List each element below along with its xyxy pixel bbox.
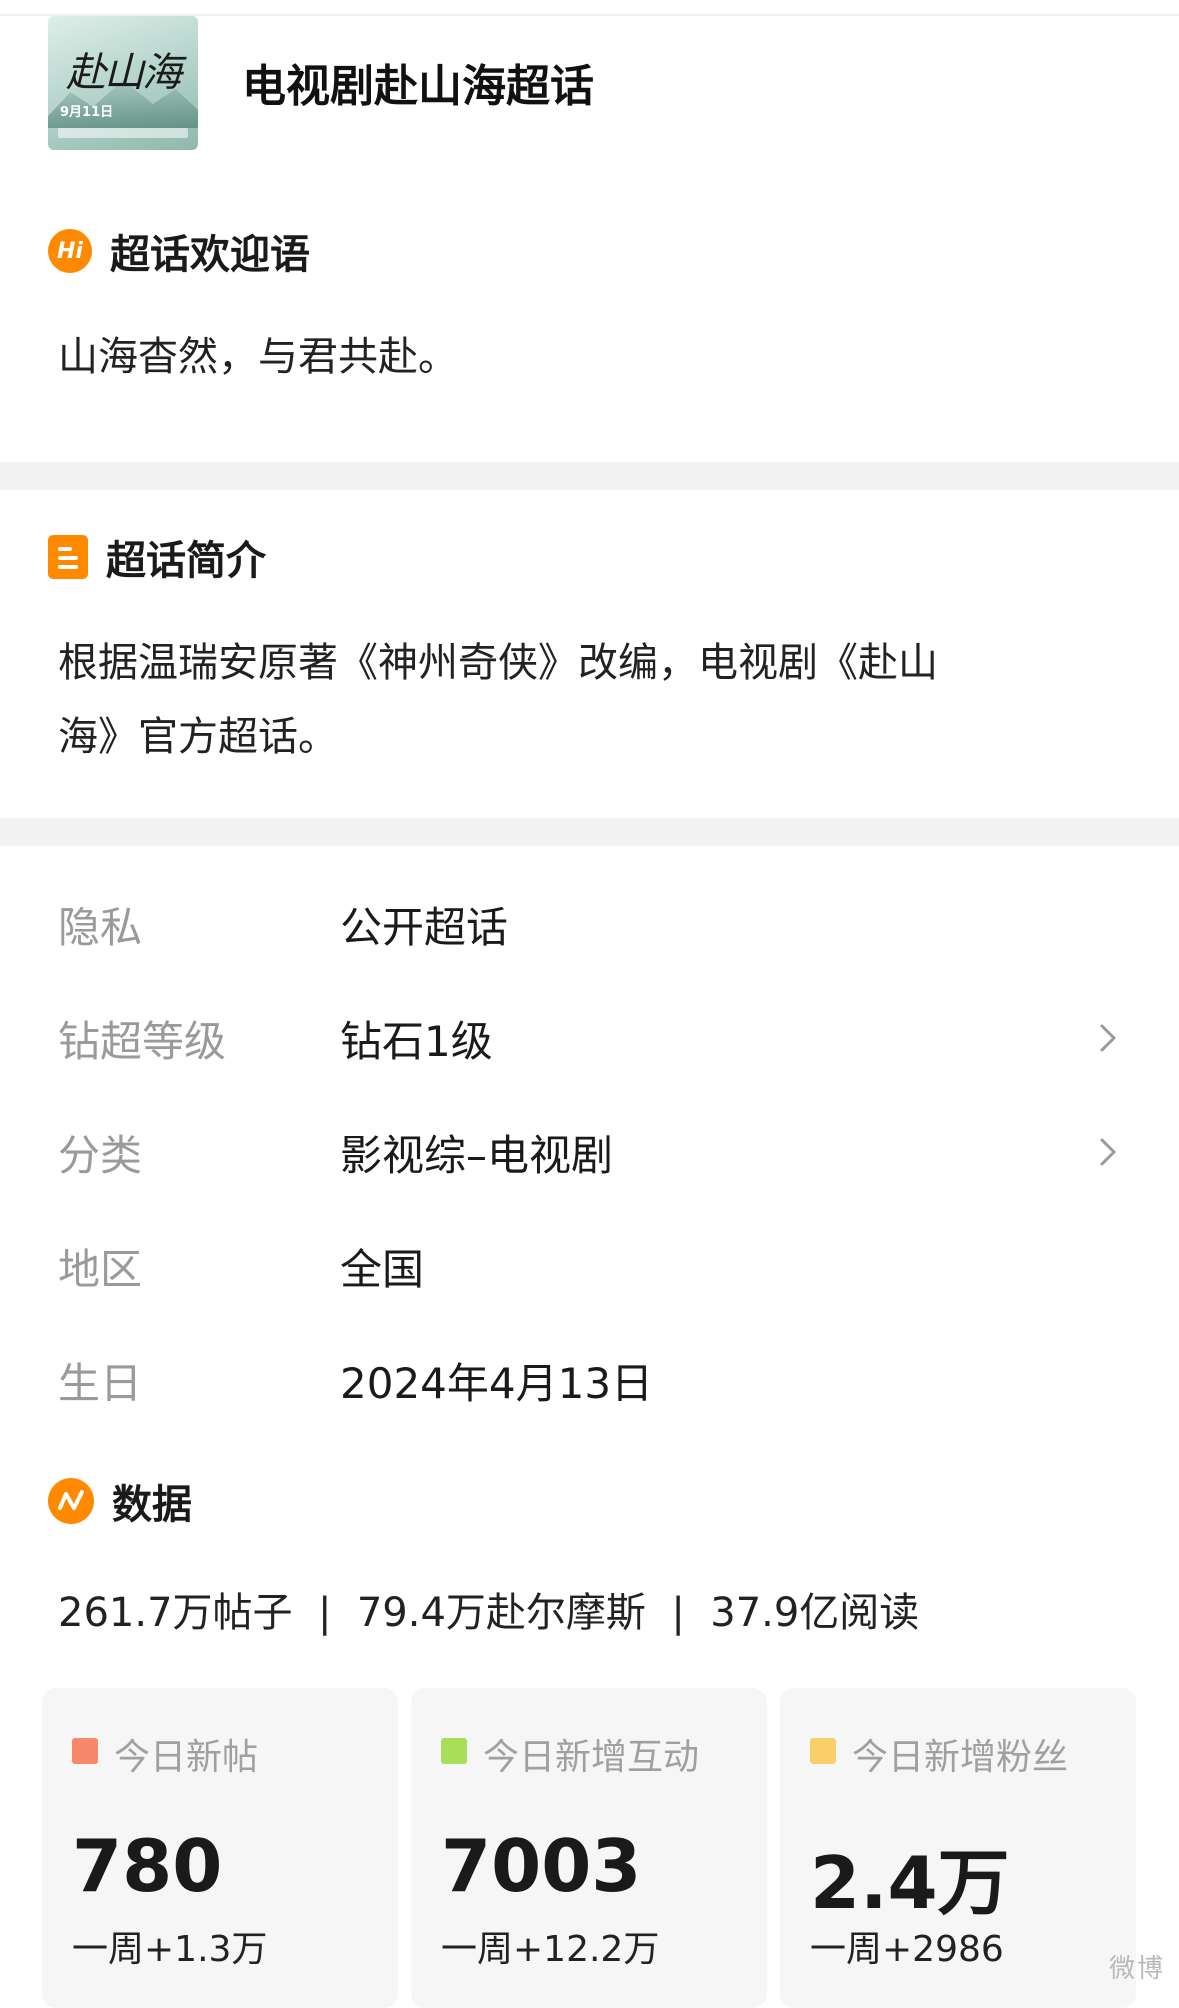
legend-square [72,1738,98,1764]
section-separator [0,818,1179,846]
info-value: 全国 [340,1245,425,1294]
intro-heading-label: 超话简介 [106,538,266,584]
stat-card-weekly: 一周+2986 [810,1929,1004,1970]
hi-badge-icon: Hi [48,229,92,273]
intro-heading: 超话简介 [48,528,266,586]
cover-date: 9月11日 [60,105,114,120]
info-row-region: 地区 全国 [58,1236,1128,1296]
welcome-text: 山海杳然，与君共赴。 [58,334,458,380]
info-row-birthday: 生日 2024年4月13日 [58,1350,1128,1410]
document-icon [48,535,88,579]
data-heading: 数据 [48,1472,192,1530]
info-value: 2024年4月13日 [340,1359,654,1408]
stat-card-label: 今日新增互动 [483,1737,700,1778]
stats-summary: 261.7万帖子 | 79.4万赴尔摩斯 | 37.9亿阅读 [58,1590,920,1636]
topic-header: 赴山海 9月11日 电视剧赴山海超话 [0,0,1179,160]
topic-title: 电视剧赴山海超话 [242,61,594,112]
section-separator [0,462,1179,490]
info-row-level[interactable]: 钻超等级 钻石1级 [58,1008,1128,1068]
topic-cover-image[interactable]: 赴山海 9月11日 [48,16,198,150]
info-row-privacy: 隐私 公开超话 [58,894,1128,954]
info-key: 钻超等级 [58,1017,227,1066]
stat-card-label: 今日新增粉丝 [852,1737,1069,1778]
info-key: 生日 [58,1359,143,1408]
stat-card-value: 7003 [441,1824,642,1908]
stat-card-new-posts[interactable]: 今日新帖 780 一周+1.3万 [42,1688,398,2008]
info-value: 影视综–电视剧 [340,1131,614,1180]
info-key: 隐私 [58,903,143,952]
data-trend-icon [48,1478,94,1524]
stat-card-label: 今日新帖 [114,1737,259,1778]
chevron-right-icon [1100,1024,1116,1052]
cover-calligraphy: 赴山海 [66,50,182,96]
info-key: 地区 [58,1245,143,1294]
data-heading-label: 数据 [112,1482,192,1528]
cover-logo-strip [58,128,188,138]
watermark: 微博 [1108,1954,1165,1984]
info-key: 分类 [58,1131,143,1180]
legend-square [810,1738,836,1764]
legend-square [441,1738,467,1764]
stat-card-new-interactions[interactable]: 今日新增互动 7003 一周+12.2万 [411,1688,767,2008]
info-value: 公开超话 [340,903,509,952]
stat-card-value: 2.4万 [810,1841,1010,1925]
info-value: 钻石1级 [340,1017,493,1066]
welcome-heading: Hi 超话欢迎语 [48,222,310,280]
stat-card-weekly: 一周+1.3万 [72,1929,268,1970]
chevron-right-icon [1100,1138,1116,1166]
intro-text-line-2: 海》官方超话。 [58,714,338,760]
stat-card-value: 780 [72,1824,223,1908]
intro-text-line-1: 根据温瑞安原著《神州奇侠》改编，电视剧《赴山 [58,640,938,686]
info-row-category[interactable]: 分类 影视综–电视剧 [58,1122,1128,1182]
stat-card-new-fans[interactable]: 今日新增粉丝 2.4万 一周+2986 [780,1688,1136,2008]
stat-card-weekly: 一周+12.2万 [441,1929,660,1970]
welcome-heading-label: 超话欢迎语 [110,232,310,278]
